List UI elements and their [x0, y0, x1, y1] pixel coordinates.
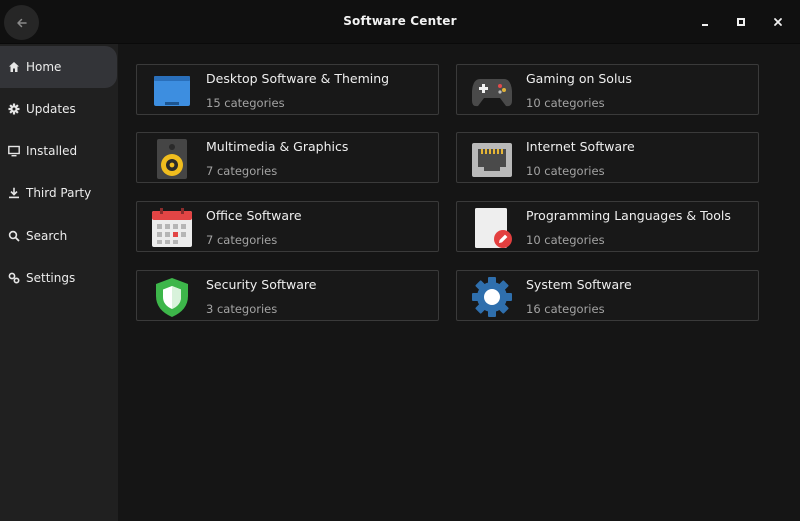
- category-card-multimedia[interactable]: Multimedia & Graphics 7 categories: [136, 132, 439, 183]
- category-title: Gaming on Solus: [526, 71, 632, 86]
- category-count: 7 categories: [206, 233, 278, 247]
- title-bar: Software Center: [0, 0, 800, 44]
- category-count: 10 categories: [526, 96, 605, 110]
- download-icon: [8, 187, 20, 199]
- calendar-icon: [151, 207, 193, 249]
- sidebar-item-third-party[interactable]: Third Party: [0, 172, 117, 214]
- category-count: 7 categories: [206, 164, 278, 178]
- category-count: 3 categories: [206, 302, 278, 316]
- close-button[interactable]: [769, 13, 787, 31]
- sidebar-item-settings[interactable]: Settings: [0, 257, 117, 299]
- search-icon: [8, 230, 20, 242]
- category-card-programming[interactable]: Programming Languages & Tools 10 categor…: [456, 201, 759, 252]
- category-grid: Desktop Software & Theming 15 categories…: [118, 44, 800, 521]
- category-title: Desktop Software & Theming: [206, 71, 390, 86]
- home-icon: [8, 61, 20, 73]
- sidebar-item-label: Installed: [26, 144, 78, 158]
- category-card-office[interactable]: Office Software 7 categories: [136, 201, 439, 252]
- sidebar-item-label: Settings: [26, 271, 76, 285]
- cog-icon: [471, 276, 513, 318]
- category-count: 15 categories: [206, 96, 285, 110]
- network-port-icon: [471, 138, 513, 180]
- category-title: Security Software: [206, 277, 317, 292]
- gamepad-icon: [471, 70, 513, 112]
- sidebar-item-search[interactable]: Search: [0, 215, 117, 257]
- category-title: Programming Languages & Tools: [526, 208, 731, 223]
- window-title: Software Center: [343, 14, 457, 28]
- category-title: Office Software: [206, 208, 302, 223]
- category-count: 10 categories: [526, 233, 605, 247]
- category-card-gaming[interactable]: Gaming on Solus 10 categories: [456, 64, 759, 115]
- sidebar: Home Updates Installed Third Party Searc…: [0, 44, 118, 521]
- category-count: 16 categories: [526, 302, 605, 316]
- close-icon: [774, 18, 782, 26]
- minimize-button[interactable]: [696, 13, 714, 31]
- sidebar-item-label: Updates: [26, 102, 76, 116]
- shield-icon: [151, 276, 193, 318]
- category-title: Internet Software: [526, 139, 635, 154]
- minimize-icon: [702, 24, 708, 26]
- category-card-system[interactable]: System Software 16 categories: [456, 270, 759, 321]
- sidebar-item-label: Home: [26, 60, 62, 74]
- category-title: Multimedia & Graphics: [206, 139, 349, 154]
- monitor-icon: [8, 145, 20, 157]
- category-count: 10 categories: [526, 164, 605, 178]
- speaker-icon: [151, 138, 193, 180]
- sidebar-item-installed[interactable]: Installed: [0, 130, 117, 172]
- settings-icon: [8, 272, 20, 284]
- text-editor-icon: [471, 207, 513, 249]
- maximize-icon: [737, 18, 745, 26]
- category-title: System Software: [526, 277, 632, 292]
- sidebar-item-label: Search: [26, 229, 68, 243]
- maximize-button[interactable]: [732, 13, 750, 31]
- sidebar-item-label: Third Party: [26, 186, 92, 200]
- category-card-desktop[interactable]: Desktop Software & Theming 15 categories: [136, 64, 439, 115]
- sidebar-item-updates[interactable]: Updates: [0, 88, 117, 130]
- category-card-security[interactable]: Security Software 3 categories: [136, 270, 439, 321]
- category-card-internet[interactable]: Internet Software 10 categories: [456, 132, 759, 183]
- gear-icon: [8, 103, 20, 115]
- sidebar-item-home[interactable]: Home: [0, 46, 117, 88]
- desktop-icon: [151, 70, 193, 112]
